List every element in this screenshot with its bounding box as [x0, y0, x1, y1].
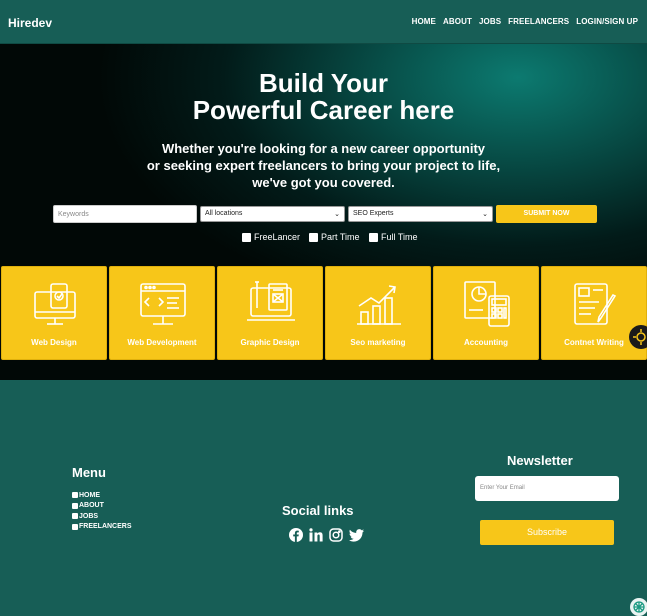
- menu-item-label: FREELANCERS: [79, 523, 132, 531]
- settings-icon: [633, 329, 646, 345]
- category-cards: Web Design Web Development Graphic Desig…: [0, 266, 647, 360]
- menu-item-label: ABOUT: [79, 502, 104, 510]
- footer-menu-item-home[interactable]: HOME: [72, 490, 132, 501]
- web-design-icon: [34, 283, 76, 325]
- filter-label: Part Time: [321, 232, 360, 242]
- facebook-icon[interactable]: [289, 528, 303, 542]
- nav-link-login[interactable]: LOGIN/SIGN UP: [576, 17, 638, 26]
- category-label: Web Development: [127, 338, 197, 347]
- newsletter-email-input[interactable]: Enter Your Email: [475, 476, 619, 501]
- category-card-seo-marketing[interactable]: Seo marketing: [325, 266, 431, 360]
- category-card-accounting[interactable]: Accounting: [433, 266, 539, 360]
- newsletter-title: Newsletter: [507, 453, 573, 468]
- hero-title-line2: Powerful Career here: [192, 95, 455, 125]
- menu-item-label: JOBS: [79, 512, 99, 520]
- hero-section: Build Your Powerful Career here Whether …: [0, 44, 647, 380]
- category-select-value: SEO Experts: [353, 210, 394, 217]
- filter-label: Full Time: [381, 232, 418, 242]
- chevron-down-icon: ⌄: [334, 211, 340, 218]
- chat-widget-button[interactable]: [630, 598, 647, 616]
- social-links-title: Social links: [282, 503, 354, 518]
- category-select[interactable]: SEO Experts ⌄: [348, 206, 493, 222]
- filter-full-time[interactable]: Full Time: [369, 232, 418, 242]
- filter-freelancer[interactable]: FreeLancer: [242, 232, 300, 242]
- checkbox[interactable]: [309, 232, 318, 242]
- filter-label: FreeLancer: [254, 232, 301, 242]
- seo-marketing-icon: [357, 285, 401, 325]
- menu-item-label: HOME: [79, 491, 100, 499]
- filter-part-time[interactable]: Part Time: [309, 232, 360, 242]
- nav-links: HOME ABOUT JOBS FREELANCERS LOGIN/SIGN U…: [412, 17, 638, 26]
- twitter-icon[interactable]: [349, 528, 364, 542]
- chevron-down-icon: ⌄: [482, 211, 488, 218]
- category-card-web-development[interactable]: Web Development: [109, 266, 215, 360]
- keyword-input[interactable]: Keywords: [53, 205, 197, 223]
- job-type-filters: FreeLancer Part Time Full Time: [0, 232, 647, 244]
- hero-subtitle-line1: Whether you're looking for a new career …: [161, 141, 486, 156]
- checkbox[interactable]: [369, 232, 378, 242]
- social-icons: [289, 528, 364, 542]
- bullet-icon: [72, 523, 78, 530]
- bullet-icon: [72, 502, 78, 509]
- footer-menu-item-about[interactable]: ABOUT: [72, 501, 132, 512]
- category-card-graphic-design[interactable]: Graphic Design: [217, 266, 323, 360]
- subscribe-button[interactable]: Subscribe: [480, 520, 614, 545]
- nav-link-about[interactable]: ABOUT: [443, 17, 472, 26]
- nav-link-home[interactable]: HOME: [412, 17, 436, 26]
- category-card-web-design[interactable]: Web Design: [1, 266, 107, 360]
- footer-menu-item-freelancers[interactable]: FREELANCERS: [72, 522, 132, 533]
- checkbox[interactable]: [242, 232, 251, 242]
- hero-subtitle-line2: or seeking expert freelancers to bring y…: [146, 158, 501, 173]
- graphic-design-icon: [247, 281, 295, 321]
- category-label: Web Design: [31, 338, 77, 347]
- navbar: Hiredev HOME ABOUT JOBS FREELANCERS LOGI…: [0, 0, 647, 44]
- bullet-icon: [72, 513, 78, 520]
- footer-menu-list: HOME ABOUT JOBS FREELANCERS: [72, 490, 132, 532]
- hero-subtitle-line3: we've got you covered.: [252, 175, 395, 190]
- category-label: Seo marketing: [350, 338, 406, 347]
- accounting-icon: [464, 281, 510, 327]
- category-label: Graphic Design: [240, 338, 300, 347]
- ai-assistant-icon: [633, 601, 645, 613]
- hero-title-line1: Build Your: [258, 68, 389, 98]
- site-logo[interactable]: Hiredev: [8, 16, 52, 30]
- linkedin-icon[interactable]: [309, 528, 323, 542]
- instagram-icon[interactable]: [329, 528, 343, 542]
- submit-button[interactable]: SUBMIT NOW: [496, 205, 597, 223]
- nav-link-jobs[interactable]: JOBS: [479, 17, 501, 26]
- category-label: Accounting: [464, 338, 508, 347]
- content-writing-icon: [574, 283, 617, 325]
- floating-action-button[interactable]: [629, 325, 647, 349]
- location-select[interactable]: All locations ⌄: [200, 206, 345, 222]
- bullet-icon: [72, 492, 78, 499]
- footer-menu-title: Menu: [72, 465, 106, 480]
- location-select-value: All locations: [205, 210, 243, 217]
- nav-link-freelancers[interactable]: FREELANCERS: [508, 17, 569, 26]
- footer-menu-item-jobs[interactable]: JOBS: [72, 511, 132, 522]
- search-form: Keywords All locations ⌄ SEO Experts ⌄ S…: [0, 205, 647, 223]
- web-development-icon: [140, 283, 186, 325]
